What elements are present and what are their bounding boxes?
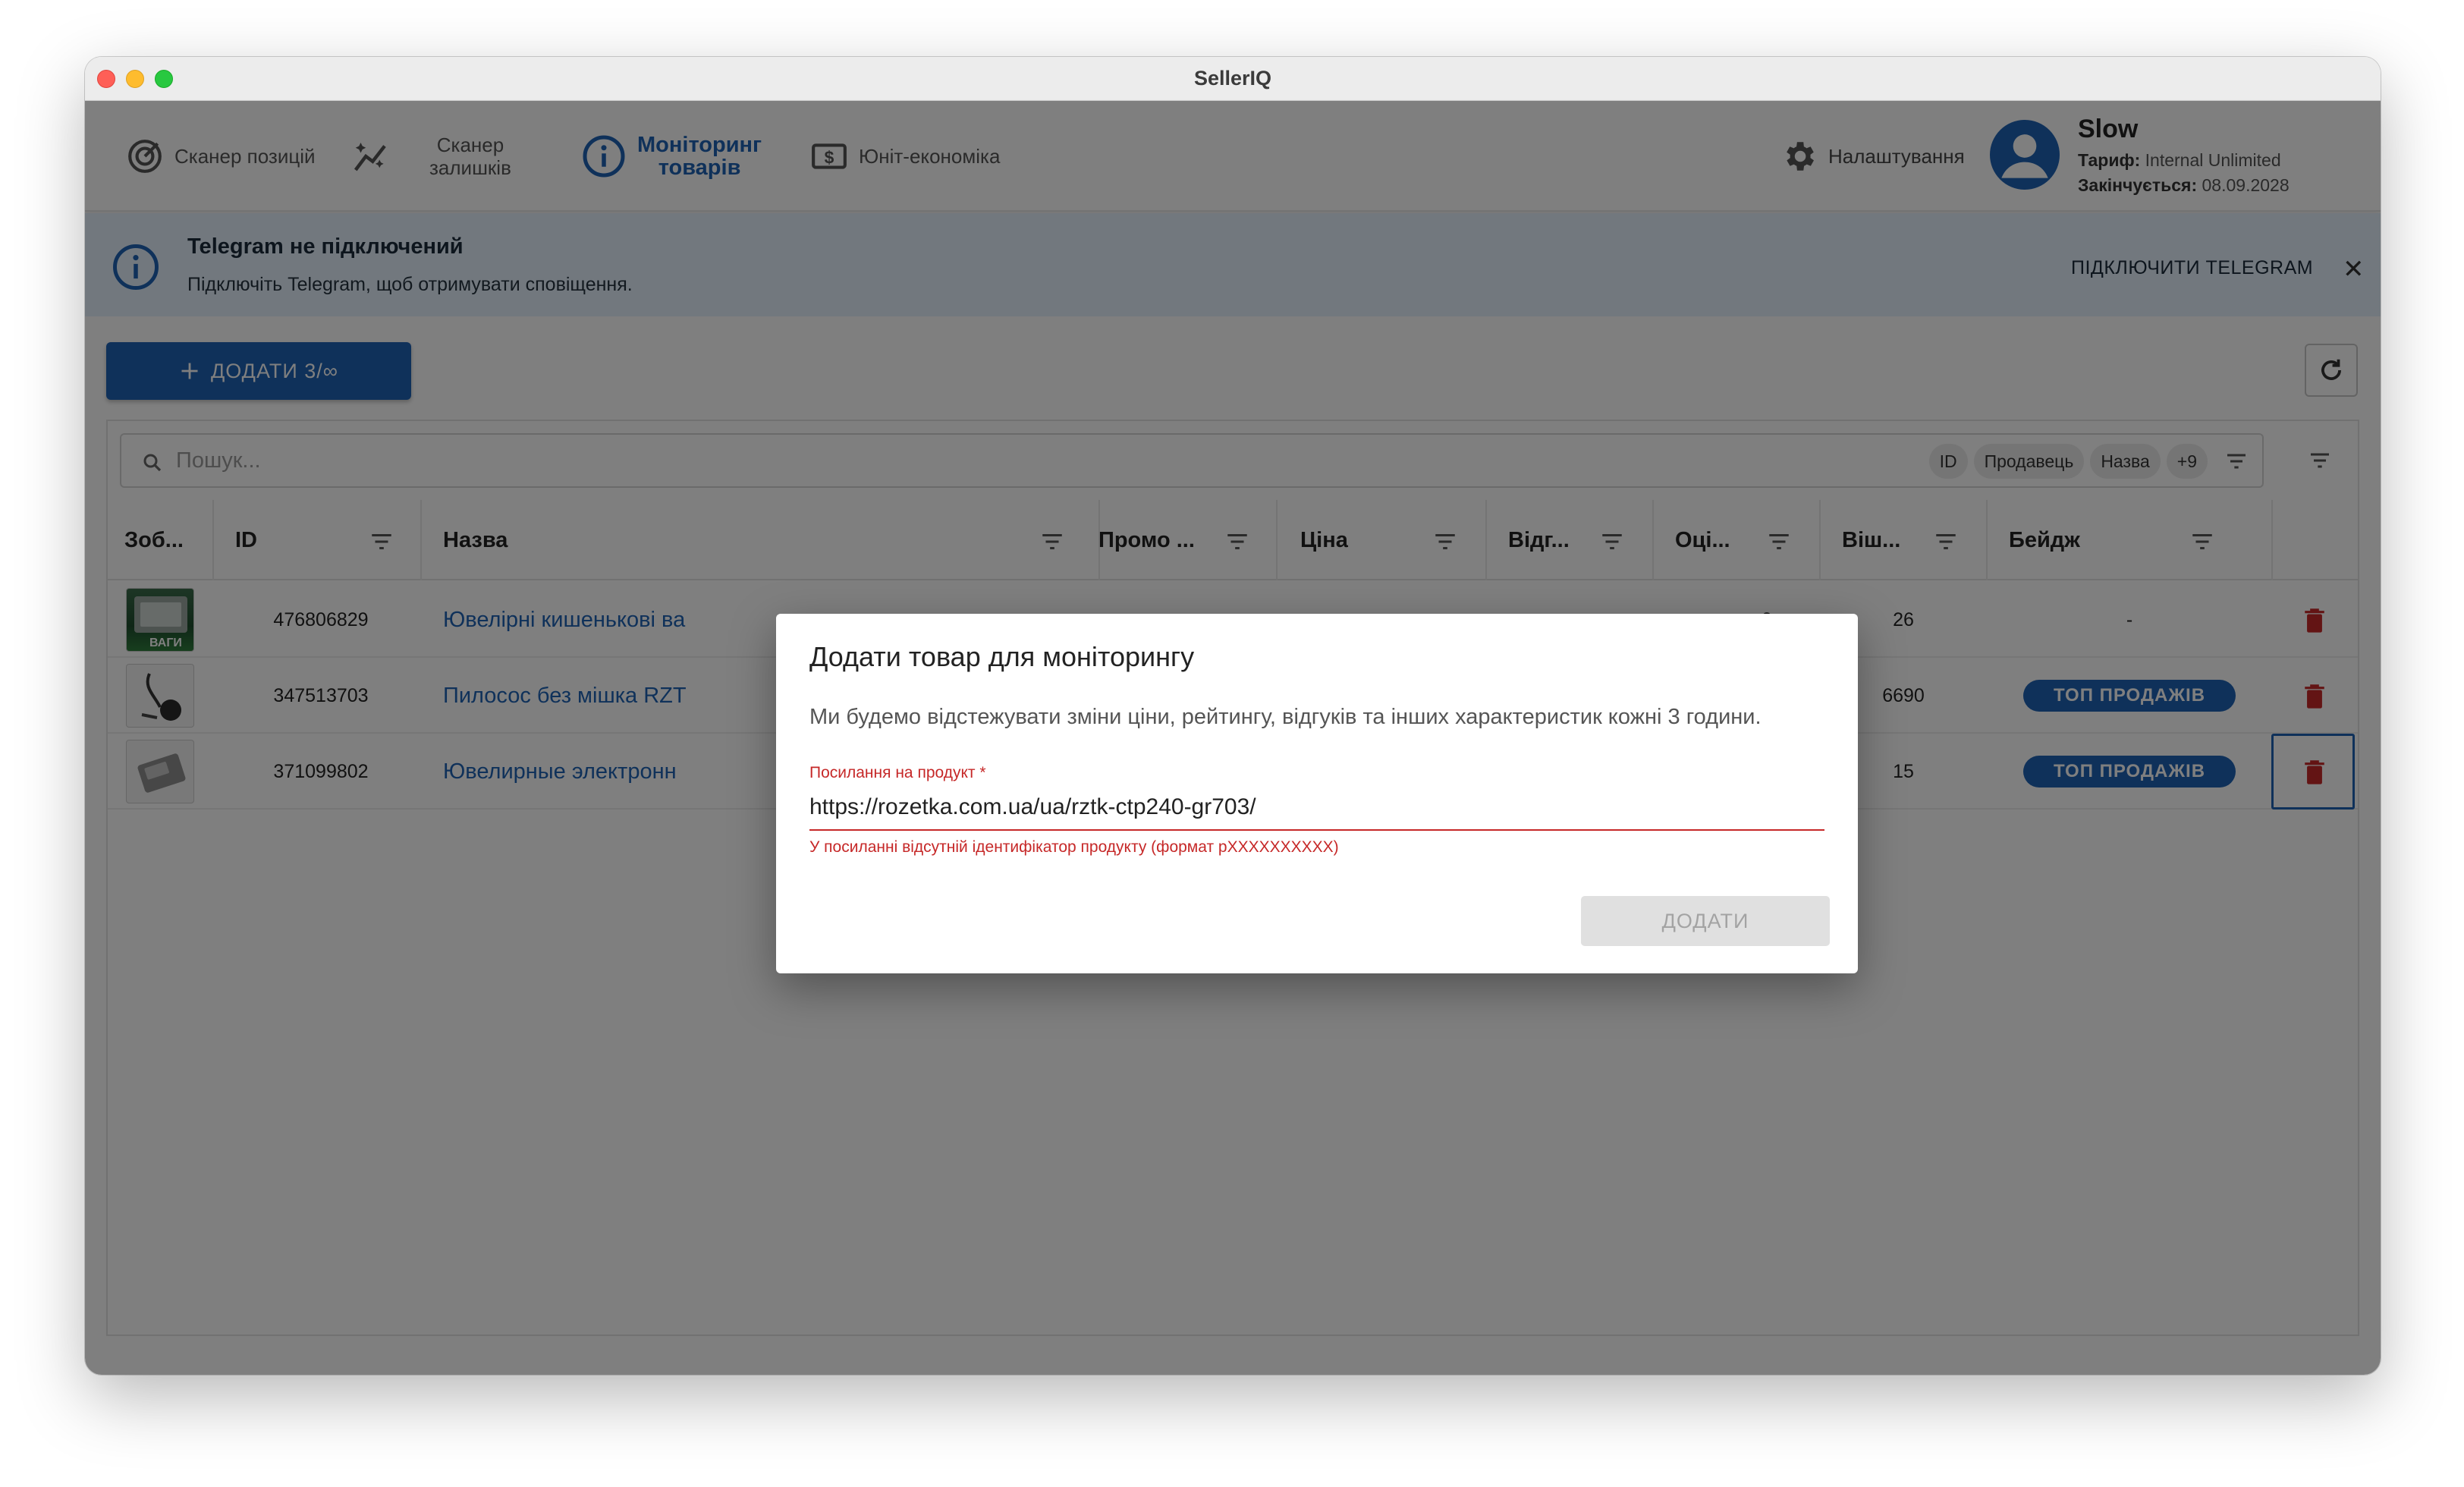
title-bar: SellerIQ <box>85 57 2381 101</box>
dialog-title: Додати товар для моніторингу <box>809 641 1195 672</box>
maximize-window-button[interactable] <box>155 70 173 88</box>
app-window: SellerIQ Сканер позицій Сканерзалишків М… <box>85 57 2381 1375</box>
minimize-window-button[interactable] <box>126 70 144 88</box>
product-url-input[interactable]: https://rozetka.com.ua/ua/rztk-ctp240-gr… <box>809 788 1824 831</box>
window-controls <box>97 70 173 88</box>
window-title: SellerIQ <box>1193 67 1272 90</box>
product-url-label: Посилання на продукт * <box>809 764 986 781</box>
product-url-error: У посиланні відсутній ідентифікатор прод… <box>809 838 1339 856</box>
dialog-add-button[interactable]: ДОДАТИ <box>1581 896 1830 946</box>
add-product-dialog: Додати товар для моніторингу Ми будемо в… <box>776 614 1858 973</box>
dialog-description: Ми будемо відстежувати зміни ціни, рейти… <box>809 705 1762 729</box>
close-window-button[interactable] <box>97 70 115 88</box>
